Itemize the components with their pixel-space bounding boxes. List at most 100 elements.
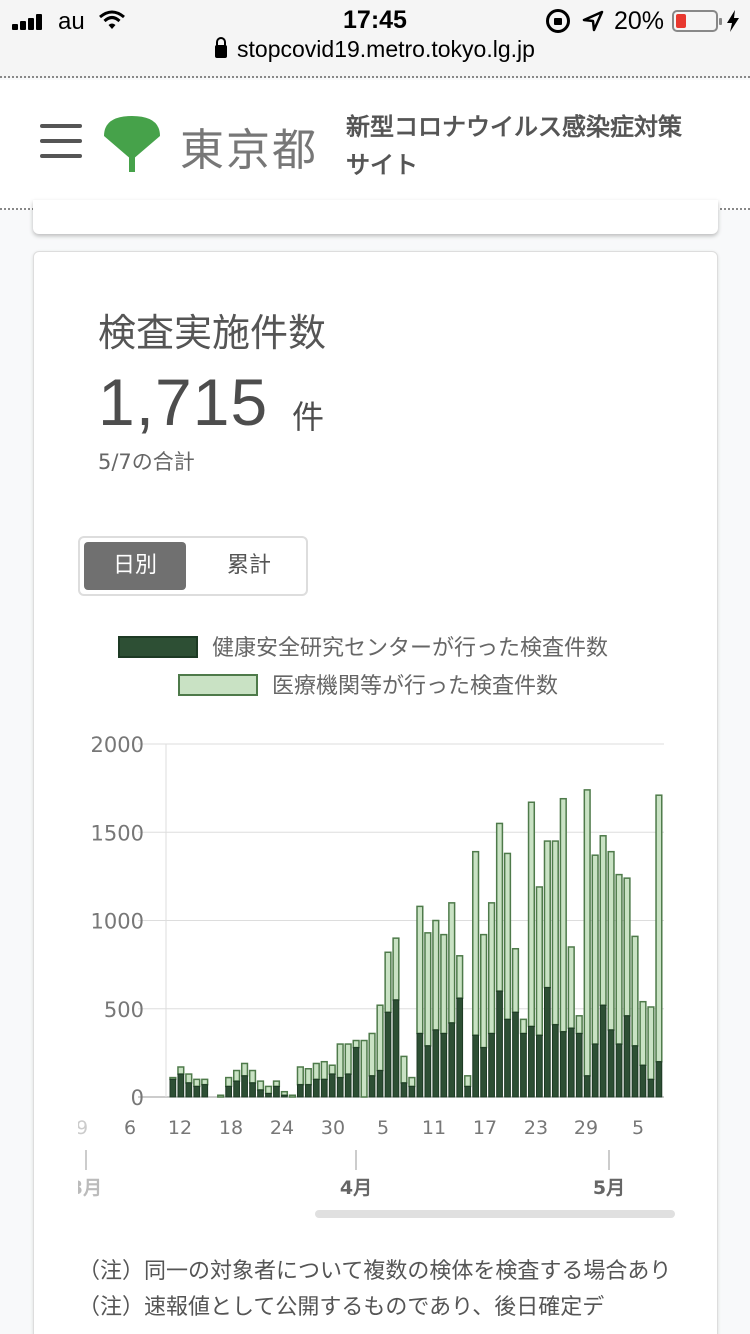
bar-center [233, 1080, 240, 1098]
bar-center [312, 1078, 320, 1098]
bar-center [623, 1015, 631, 1098]
bar-center [257, 1089, 264, 1098]
bar-medical [177, 1066, 185, 1075]
bar-medical [392, 937, 400, 1001]
bar-medical [432, 919, 440, 1031]
x-tick-label: 12 [168, 1117, 192, 1139]
bar-center [488, 1032, 495, 1098]
bar-medical [217, 1094, 225, 1098]
bar-medical [583, 789, 591, 1077]
bar-center [496, 990, 503, 1098]
rotation-lock-icon [546, 9, 570, 33]
chart-horizontal-scrollbar[interactable] [315, 1210, 675, 1218]
bar-center [631, 1045, 639, 1098]
bar-center [615, 1043, 623, 1098]
x-tick-label: 9 [78, 1117, 88, 1139]
legend-swatch-dark [118, 636, 198, 658]
bar-medical [193, 1078, 201, 1088]
month-label: 5月 [593, 1177, 625, 1199]
tests-card: 検査実施件数 1,715 件 5/7の合計 日別 累計 健康安全研究センターが行… [33, 251, 718, 1334]
bar-center [639, 1064, 647, 1098]
site-title[interactable]: 新型コロナウイルス感染症対策サイト [346, 108, 686, 184]
bar-medical [368, 1032, 376, 1077]
total-tests-unit: 件 [292, 398, 325, 436]
bar-medical [384, 951, 392, 1014]
daily-toggle-button[interactable]: 日別 [84, 542, 186, 590]
tests-bar-chart[interactable]: 0 500 1000 1500 2000 9 6 12 18 24 30 5 11 17 23 29 5 3月 4月… [78, 722, 678, 1222]
bar-medical [312, 1062, 320, 1081]
site-header: 東京都 新型コロナウイルス感染症対策サイト [0, 80, 750, 210]
bar-center [520, 1032, 527, 1098]
bar-medical [240, 1062, 249, 1077]
previous-card [33, 200, 718, 234]
bar-center [591, 1043, 599, 1098]
bar-center [440, 1032, 448, 1098]
x-tick-label: 29 [574, 1117, 598, 1139]
bar-center [464, 1085, 472, 1098]
bar-medical [360, 1039, 368, 1098]
padlock-icon [215, 37, 228, 58]
x-tick-label: 5 [632, 1117, 644, 1139]
bar-medical [639, 1000, 647, 1066]
bar-center [296, 1084, 304, 1098]
chart-svg: 0 500 1000 1500 2000 9 6 12 18 24 30 5 11 17 23 29 5 3月 4月… [78, 733, 664, 1199]
bar-medical [320, 1060, 328, 1081]
legend-item-center[interactable]: 健康安全研究センターが行った検査件数 [34, 630, 719, 662]
bar-medical [336, 1043, 344, 1079]
bar-center [368, 1075, 376, 1098]
bar-medical [487, 902, 496, 1035]
bar-center [177, 1073, 185, 1098]
bar-center [344, 1073, 352, 1098]
tokyo-logo-text[interactable]: 東京都 [180, 114, 318, 178]
hamburger-menu-icon[interactable] [40, 124, 82, 158]
bar-center [583, 1075, 591, 1098]
bar-medical [655, 794, 663, 1063]
location-arrow-icon [582, 10, 604, 32]
bar-center [241, 1075, 248, 1098]
bar-center [169, 1078, 177, 1098]
address-bar[interactable]: stopcovid19.metro.tokyo.lg.jp [0, 36, 750, 78]
bar-medical [232, 1069, 241, 1082]
bar-center [320, 1078, 328, 1098]
bar-center [551, 1024, 559, 1098]
x-tick-label: 18 [219, 1117, 243, 1139]
bar-medical [607, 850, 615, 1031]
cumulative-toggle-button[interactable]: 累計 [198, 542, 300, 590]
bar-center [185, 1082, 193, 1098]
bar-medical [256, 1080, 265, 1091]
bar-medical [264, 1085, 273, 1095]
bar-medical [472, 850, 480, 1036]
bar-medical [591, 854, 599, 1045]
bar-center [504, 1018, 511, 1098]
bar-medical [296, 1066, 304, 1086]
bar-center [647, 1078, 655, 1098]
bar-medical [185, 1073, 193, 1084]
bar-medical [543, 840, 551, 989]
bar-medical [575, 1015, 583, 1035]
bar-medical [248, 1069, 257, 1084]
bar-medical [527, 801, 536, 1028]
bar-center [281, 1094, 288, 1098]
bar-medical [456, 955, 464, 999]
battery-percent: 20% [614, 7, 665, 35]
legend-item-medical[interactable]: 医療機関等が行った検査件数 [34, 668, 719, 700]
bar-medical [201, 1078, 209, 1086]
bar-medical [448, 902, 456, 1024]
bar-medical [352, 1039, 360, 1049]
bar-center [543, 987, 551, 1098]
bar-medical [416, 905, 424, 1035]
bar-medical [559, 797, 567, 1033]
bar-medical [328, 1064, 336, 1075]
bar-center [607, 1029, 615, 1098]
bar-center [599, 1004, 607, 1098]
bar-center [225, 1085, 233, 1098]
bar-medical [551, 840, 559, 1026]
bar-center [273, 1085, 280, 1098]
ginkgo-leaf-logo-icon[interactable] [102, 114, 162, 174]
bar-center [559, 1031, 567, 1098]
bar-center [408, 1085, 416, 1098]
notes: （注）同一の対象者について複数の検体を検査する場合あり （注）速報値として公開す… [78, 1254, 678, 1326]
bar-center [448, 1022, 456, 1098]
y-tick-label: 0 [131, 1086, 144, 1110]
bar-medical [304, 1068, 312, 1086]
